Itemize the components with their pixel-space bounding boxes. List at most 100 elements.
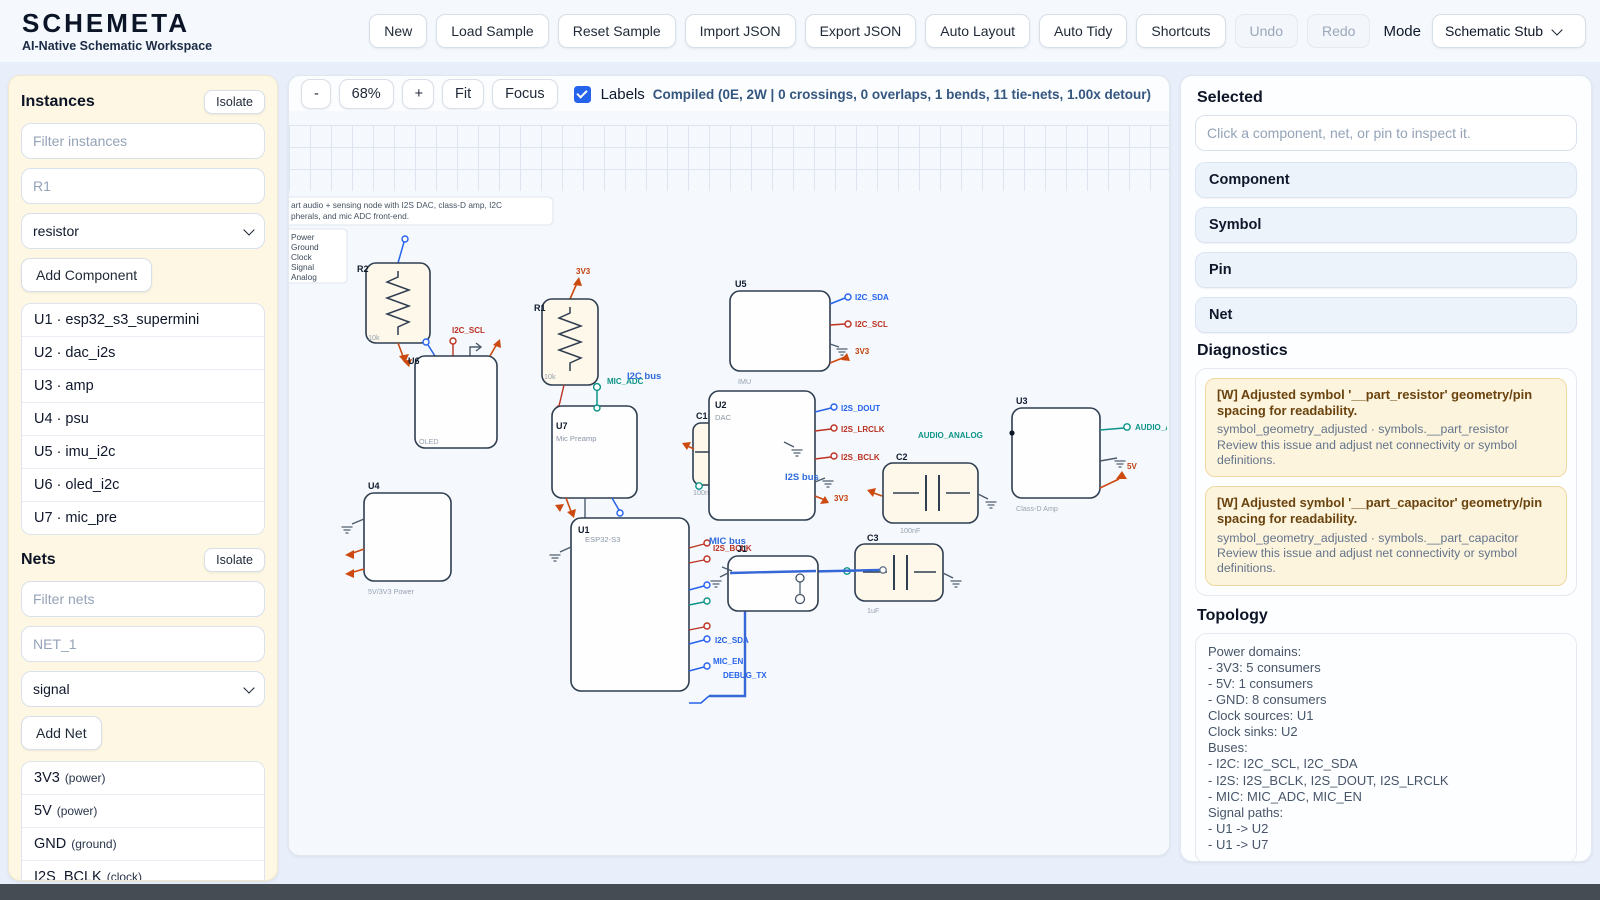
inspect-input[interactable] (1195, 115, 1577, 151)
import-json-button[interactable]: Import JSON (685, 14, 796, 48)
pin[interactable] (704, 623, 710, 629)
bus-label-i2c[interactable]: I2C bus (627, 371, 661, 382)
component-c2[interactable]: C2 100nF (867, 452, 997, 535)
schematic-canvas[interactable]: art audio + sensing node with I2S DAC, c… (289, 111, 1169, 855)
pin[interactable] (704, 636, 710, 642)
component-ref: C1 (696, 411, 708, 421)
section-net[interactable]: Net (1195, 297, 1577, 333)
pin[interactable] (594, 384, 601, 391)
component-c3[interactable]: C3 1uF (844, 533, 962, 615)
instance-item[interactable]: U1 · esp32_s3_supermini (22, 304, 264, 336)
add-net-button[interactable]: Add Net (21, 716, 102, 750)
component-u4[interactable]: U4 5V/3V3 Power (342, 481, 452, 596)
focus-button[interactable]: Focus (492, 79, 558, 109)
pin[interactable] (704, 663, 710, 669)
window-bottom-bar (0, 884, 1600, 900)
instance-item[interactable]: U7 · mic_pre (22, 501, 264, 534)
section-component[interactable]: Component (1195, 162, 1577, 198)
pin[interactable] (1124, 424, 1130, 430)
net-item[interactable]: GND(ground) (22, 827, 264, 860)
pin[interactable] (423, 339, 429, 345)
bus-label-i2s[interactable]: I2S bus (785, 472, 819, 483)
filter-instances-input[interactable] (21, 123, 265, 159)
pin[interactable] (704, 556, 710, 562)
net-label-audio-analog-2[interactable]: AUDIO_ANALOG (1135, 423, 1167, 432)
pin[interactable] (617, 510, 623, 516)
undo-button[interactable]: Undo (1235, 14, 1298, 48)
net-item[interactable]: 3V3(power) (22, 762, 264, 794)
section-symbol[interactable]: Symbol (1195, 207, 1577, 243)
redo-button[interactable]: Redo (1307, 14, 1370, 48)
chevron-down-icon (243, 682, 254, 693)
topology-line: Clock sources: U1 (1208, 708, 1564, 724)
net-label-i2s-bclk[interactable]: I2S_BCLK (841, 453, 880, 462)
pin[interactable] (845, 321, 851, 327)
auto-layout-button[interactable]: Auto Layout (925, 14, 1030, 48)
net-label-i2c-scl[interactable]: I2C_SCL (855, 320, 888, 329)
zoom-out-button[interactable]: - (301, 79, 331, 109)
add-component-button[interactable]: Add Component (21, 258, 152, 292)
instance-item[interactable]: U5 · imu_i2c (22, 435, 264, 468)
instance-item[interactable]: U2 · dac_i2s (22, 336, 264, 369)
fit-button[interactable]: Fit (442, 79, 484, 109)
instance-item[interactable]: U6 · oled_i2c (22, 468, 264, 501)
reset-sample-button[interactable]: Reset Sample (558, 14, 676, 48)
section-pin[interactable]: Pin (1195, 252, 1577, 288)
net-item[interactable]: 5V(power) (22, 794, 264, 827)
net-label-3v3[interactable]: 3V3 (834, 494, 849, 503)
pin[interactable] (845, 294, 851, 300)
shortcuts-button[interactable]: Shortcuts (1136, 14, 1225, 48)
net-item[interactable]: I2S_BCLK(clock) (22, 860, 264, 881)
instance-item[interactable]: U4 · psu (22, 402, 264, 435)
new-ref-input[interactable] (21, 168, 265, 204)
net-label-i2s-dout[interactable]: I2S_DOUT (841, 404, 880, 413)
diagnostic-warning[interactable]: [W] Adjusted symbol '__part_capacitor' g… (1205, 486, 1567, 585)
load-sample-button[interactable]: Load Sample (436, 14, 549, 48)
net-label-mic-en[interactable]: MIC_EN (713, 657, 743, 666)
pin[interactable] (831, 404, 837, 410)
pin[interactable] (880, 567, 886, 573)
component-r1[interactable]: 3V3 R1 10k (534, 267, 600, 412)
net-label-5v[interactable]: 5V (1127, 462, 1137, 471)
mode-select[interactable]: Schematic Stub (1432, 14, 1586, 48)
net-type-value: signal (33, 681, 70, 697)
zoom-level-button[interactable]: 68% (339, 79, 394, 109)
auto-tidy-button[interactable]: Auto Tidy (1039, 14, 1127, 48)
nets-isolate-button[interactable]: Isolate (204, 548, 265, 572)
component-u3[interactable]: U3 Class-D Amp AUDIO_ANALOG 5V (1009, 396, 1167, 513)
instances-isolate-button[interactable]: Isolate (204, 90, 265, 114)
component-r2[interactable]: R2 10k (357, 236, 430, 367)
instance-item[interactable]: U3 · amp (22, 369, 264, 402)
zoom-in-button[interactable]: + (402, 79, 434, 109)
component-type-select[interactable]: resistor (21, 213, 265, 249)
export-json-button[interactable]: Export JSON (805, 14, 917, 48)
component-value: 1uF (867, 606, 880, 615)
component-u5[interactable]: U5 IMU I2C_SDA I2C_SCL 3V3 (730, 279, 889, 386)
net-label-i2c-sda[interactable]: I2C_SDA (855, 293, 889, 302)
pin[interactable] (594, 405, 600, 411)
new-net-input[interactable] (21, 626, 265, 662)
pin[interactable] (704, 598, 710, 604)
component-ref: U3 (1016, 396, 1028, 406)
pin[interactable] (831, 425, 837, 431)
pin[interactable] (704, 582, 710, 588)
new-button[interactable]: New (369, 14, 427, 48)
component-u6[interactable]: I2C_SCL U6 OLED (408, 326, 501, 448)
labels-checkbox[interactable] (574, 86, 591, 103)
topology-line: - 5V: 1 consumers (1208, 676, 1564, 692)
component-value: 10k (544, 372, 556, 381)
filter-nets-input[interactable] (21, 581, 265, 617)
component-u2[interactable]: U2 DAC I2S_DOUT I2S_LRCLK I2S_BCLK I2S b… (709, 391, 885, 520)
pin[interactable] (831, 453, 837, 459)
net-label-i2s-lrclk[interactable]: I2S_LRCLK (841, 425, 885, 434)
net-label-i2c-scl[interactable]: I2C_SCL (452, 326, 485, 335)
diagnostic-warning[interactable]: [W] Adjusted symbol '__part_resistor' ge… (1205, 378, 1567, 477)
pin[interactable] (450, 338, 456, 344)
component-u7[interactable]: U7 Mic Preamp (552, 405, 637, 518)
net-type-select[interactable]: signal (21, 671, 265, 707)
net-label-3v3[interactable]: 3V3 (576, 267, 591, 276)
pin[interactable] (402, 236, 408, 242)
net-label-3v3[interactable]: 3V3 (855, 347, 870, 356)
compile-status: Compiled (0E, 2W | 0 crossings, 0 overla… (653, 87, 1157, 102)
net-label-audio-analog[interactable]: AUDIO_ANALOG (918, 431, 983, 440)
